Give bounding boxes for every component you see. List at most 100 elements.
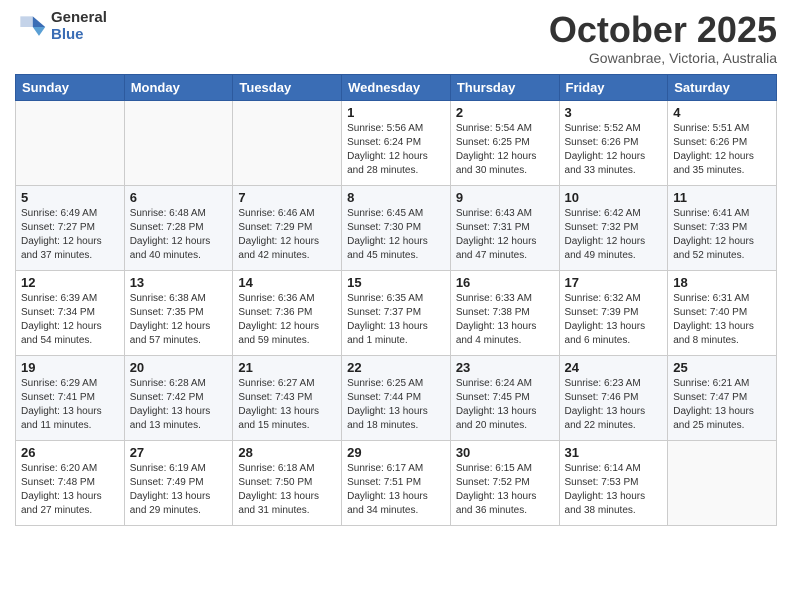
day-info: Sunrise: 5:56 AM Sunset: 6:24 PM Dayligh…: [347, 122, 445, 178]
table-row: 18 Sunrise: 6:31 AM Sunset: 7:40 PM Dayli…: [668, 270, 777, 355]
day-info: Sunrise: 6:27 AM Sunset: 7:43 PM Dayligh…: [238, 377, 336, 433]
day-info: Sunrise: 6:45 AM Sunset: 7:30 PM Dayligh…: [347, 207, 445, 263]
day-info: Sunrise: 6:19 AM Sunset: 7:49 PM Dayligh…: [130, 462, 228, 518]
day-info: Sunrise: 6:49 AM Sunset: 7:27 PM Dayligh…: [21, 207, 119, 263]
logo: General Blue: [15, 10, 107, 43]
day-number: 23: [456, 360, 554, 375]
table-row: 12 Sunrise: 6:39 AM Sunset: 7:34 PM Dayli…: [16, 270, 125, 355]
day-number: 26: [21, 445, 119, 460]
day-number: 18: [673, 275, 771, 290]
calendar-week-row: 19 Sunrise: 6:29 AM Sunset: 7:41 PM Dayli…: [16, 355, 777, 440]
calendar-week-row: 5 Sunrise: 6:49 AM Sunset: 7:27 PM Daylig…: [16, 185, 777, 270]
day-number: 3: [565, 105, 663, 120]
table-row: 26 Sunrise: 6:20 AM Sunset: 7:48 PM Dayli…: [16, 440, 125, 525]
table-row: 27 Sunrise: 6:19 AM Sunset: 7:49 PM Dayli…: [124, 440, 233, 525]
table-row: 1Sunrise: 5:56 AM Sunset: 6:24 PM Daylig…: [342, 100, 451, 185]
day-info: Sunrise: 6:17 AM Sunset: 7:51 PM Dayligh…: [347, 462, 445, 518]
table-row: 21 Sunrise: 6:27 AM Sunset: 7:43 PM Dayli…: [233, 355, 342, 440]
table-row: 24Sunrise: 6:23 AM Sunset: 7:46 PM Dayli…: [559, 355, 668, 440]
col-saturday: Saturday: [668, 74, 777, 100]
day-number: 7: [238, 190, 336, 205]
table-row: 14 Sunrise: 6:36 AM Sunset: 7:36 PM Dayli…: [233, 270, 342, 355]
table-row: 23 Sunrise: 6:24 AM Sunset: 7:45 PM Dayli…: [450, 355, 559, 440]
day-number: 19: [21, 360, 119, 375]
logo-blue-text: Blue: [51, 27, 107, 44]
table-row: 30Sunrise: 6:15 AM Sunset: 7:52 PM Dayli…: [450, 440, 559, 525]
day-number: 2: [456, 105, 554, 120]
day-number: 14: [238, 275, 336, 290]
day-number: 8: [347, 190, 445, 205]
col-tuesday: Tuesday: [233, 74, 342, 100]
table-row: 6Sunrise: 6:48 AM Sunset: 7:28 PM Daylig…: [124, 185, 233, 270]
location-subtitle: Gowanbrae, Victoria, Australia: [549, 50, 777, 66]
title-block: October 2025 Gowanbrae, Victoria, Austra…: [549, 10, 777, 66]
col-thursday: Thursday: [450, 74, 559, 100]
day-info: Sunrise: 6:46 AM Sunset: 7:29 PM Dayligh…: [238, 207, 336, 263]
table-row: [16, 100, 125, 185]
day-info: Sunrise: 5:52 AM Sunset: 6:26 PM Dayligh…: [565, 122, 663, 178]
day-info: Sunrise: 6:14 AM Sunset: 7:53 PM Dayligh…: [565, 462, 663, 518]
day-number: 12: [21, 275, 119, 290]
logo-icon: [15, 11, 47, 43]
table-row: 4Sunrise: 5:51 AM Sunset: 6:26 PM Daylig…: [668, 100, 777, 185]
day-info: Sunrise: 6:41 AM Sunset: 7:33 PM Dayligh…: [673, 207, 771, 263]
day-info: Sunrise: 6:25 AM Sunset: 7:44 PM Dayligh…: [347, 377, 445, 433]
day-info: Sunrise: 5:51 AM Sunset: 6:26 PM Dayligh…: [673, 122, 771, 178]
table-row: 16 Sunrise: 6:33 AM Sunset: 7:38 PM Dayli…: [450, 270, 559, 355]
day-number: 9: [456, 190, 554, 205]
day-number: 28: [238, 445, 336, 460]
table-row: 10 Sunrise: 6:42 AM Sunset: 7:32 PM Dayli…: [559, 185, 668, 270]
day-info: Sunrise: 6:31 AM Sunset: 7:40 PM Dayligh…: [673, 292, 771, 348]
calendar-week-row: 12 Sunrise: 6:39 AM Sunset: 7:34 PM Dayli…: [16, 270, 777, 355]
day-info: Sunrise: 6:35 AM Sunset: 7:37 PM Dayligh…: [347, 292, 445, 348]
day-info: Sunrise: 6:29 AM Sunset: 7:41 PM Dayligh…: [21, 377, 119, 433]
page: General Blue October 2025 Gowanbrae, Vic…: [0, 0, 792, 541]
day-info: Sunrise: 6:39 AM Sunset: 7:34 PM Dayligh…: [21, 292, 119, 348]
day-info: Sunrise: 6:36 AM Sunset: 7:36 PM Dayligh…: [238, 292, 336, 348]
day-info: Sunrise: 6:42 AM Sunset: 7:32 PM Dayligh…: [565, 207, 663, 263]
day-number: 27: [130, 445, 228, 460]
table-row: 3 Sunrise: 5:52 AM Sunset: 6:26 PM Daylig…: [559, 100, 668, 185]
table-row: 28 Sunrise: 6:18 AM Sunset: 7:50 PM Dayli…: [233, 440, 342, 525]
day-info: Sunrise: 6:32 AM Sunset: 7:39 PM Dayligh…: [565, 292, 663, 348]
day-info: Sunrise: 5:54 AM Sunset: 6:25 PM Dayligh…: [456, 122, 554, 178]
day-number: 15: [347, 275, 445, 290]
day-number: 20: [130, 360, 228, 375]
day-number: 13: [130, 275, 228, 290]
day-info: Sunrise: 6:43 AM Sunset: 7:31 PM Dayligh…: [456, 207, 554, 263]
table-row: 25Sunrise: 6:21 AM Sunset: 7:47 PM Dayli…: [668, 355, 777, 440]
day-info: Sunrise: 6:20 AM Sunset: 7:48 PM Dayligh…: [21, 462, 119, 518]
table-row: 29Sunrise: 6:17 AM Sunset: 7:51 PM Dayli…: [342, 440, 451, 525]
day-number: 10: [565, 190, 663, 205]
day-number: 17: [565, 275, 663, 290]
day-info: Sunrise: 6:33 AM Sunset: 7:38 PM Dayligh…: [456, 292, 554, 348]
day-info: Sunrise: 6:18 AM Sunset: 7:50 PM Dayligh…: [238, 462, 336, 518]
day-number: 16: [456, 275, 554, 290]
day-info: Sunrise: 6:21 AM Sunset: 7:47 PM Dayligh…: [673, 377, 771, 433]
table-row: 8 Sunrise: 6:45 AM Sunset: 7:30 PM Daylig…: [342, 185, 451, 270]
table-row: 31Sunrise: 6:14 AM Sunset: 7:53 PM Dayli…: [559, 440, 668, 525]
table-row: 7 Sunrise: 6:46 AM Sunset: 7:29 PM Daylig…: [233, 185, 342, 270]
day-number: 21: [238, 360, 336, 375]
calendar-table: Sunday Monday Tuesday Wednesday Thursday…: [15, 74, 777, 526]
day-number: 24: [565, 360, 663, 375]
day-info: Sunrise: 6:38 AM Sunset: 7:35 PM Dayligh…: [130, 292, 228, 348]
calendar-week-row: 26 Sunrise: 6:20 AM Sunset: 7:48 PM Dayli…: [16, 440, 777, 525]
day-info: Sunrise: 6:24 AM Sunset: 7:45 PM Dayligh…: [456, 377, 554, 433]
month-title: October 2025: [549, 10, 777, 50]
table-row: 20Sunrise: 6:28 AM Sunset: 7:42 PM Dayli…: [124, 355, 233, 440]
col-monday: Monday: [124, 74, 233, 100]
table-row: [233, 100, 342, 185]
table-row: 2 Sunrise: 5:54 AM Sunset: 6:25 PM Daylig…: [450, 100, 559, 185]
col-wednesday: Wednesday: [342, 74, 451, 100]
table-row: 5 Sunrise: 6:49 AM Sunset: 7:27 PM Daylig…: [16, 185, 125, 270]
calendar-header-row: Sunday Monday Tuesday Wednesday Thursday…: [16, 74, 777, 100]
table-row: [124, 100, 233, 185]
table-row: 11Sunrise: 6:41 AM Sunset: 7:33 PM Dayli…: [668, 185, 777, 270]
table-row: 17 Sunrise: 6:32 AM Sunset: 7:39 PM Dayli…: [559, 270, 668, 355]
table-row: 13 Sunrise: 6:38 AM Sunset: 7:35 PM Dayli…: [124, 270, 233, 355]
table-row: 22Sunrise: 6:25 AM Sunset: 7:44 PM Dayli…: [342, 355, 451, 440]
calendar-week-row: 1Sunrise: 5:56 AM Sunset: 6:24 PM Daylig…: [16, 100, 777, 185]
day-number: 5: [21, 190, 119, 205]
col-friday: Friday: [559, 74, 668, 100]
